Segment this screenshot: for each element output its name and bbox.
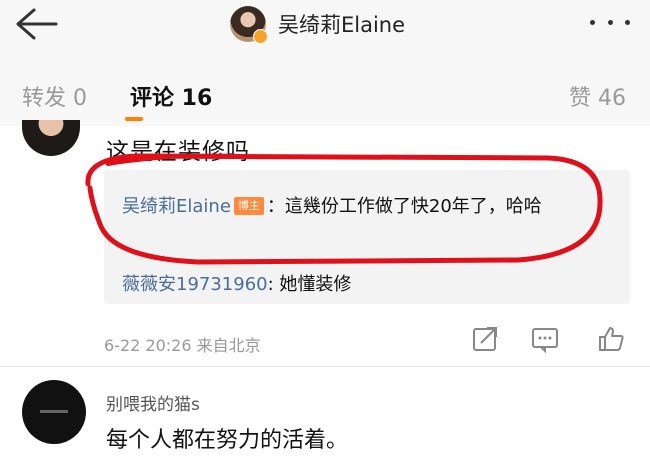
more-button[interactable] xyxy=(590,10,630,34)
comment-item: 这是在装修吗 吴绮莉Elaine 博主 ：這幾份工作做了快20年了，哈哈 薇薇安19… xyxy=(0,120,650,366)
reply-text: ：這幾份工作做了快20年了，哈哈 xyxy=(266,196,542,217)
more-dots-icon xyxy=(590,19,595,25)
tab-comments[interactable]: 评论 16 xyxy=(130,80,212,112)
reply-author[interactable]: 薇薇安19731960 xyxy=(122,274,268,295)
more-dots-icon xyxy=(625,19,630,25)
verified-badge-icon xyxy=(253,29,268,44)
top-bar: 吴绮莉Elaine xyxy=(0,0,650,66)
tab-repost[interactable]: 转发 0 xyxy=(22,80,87,112)
comment-button[interactable] xyxy=(530,324,560,354)
comment-icon xyxy=(532,328,558,354)
comment-text: 这是在装修吗 xyxy=(106,139,250,165)
avatar[interactable] xyxy=(22,380,86,444)
reply-author[interactable]: 吴绮莉Elaine xyxy=(122,196,231,217)
reply-item: 薇薇安19731960: 她懂装修 xyxy=(122,270,351,296)
comment-text: 每个人都在努力的活着。 xyxy=(106,428,349,453)
reply-box[interactable]: 吴绮莉Elaine 博主 ：這幾份工作做了快20年了，哈哈 薇薇安19731960:… xyxy=(104,170,630,304)
comment-author[interactable]: 别喂我的猫s xyxy=(106,390,200,415)
reply-text: : 她懂装修 xyxy=(267,274,352,295)
back-button[interactable] xyxy=(14,6,58,42)
divider xyxy=(0,366,650,367)
arrow-left-icon xyxy=(16,8,58,40)
header-user[interactable]: 吴绮莉Elaine xyxy=(230,6,406,44)
avatar[interactable] xyxy=(22,120,80,156)
page-title: 吴绮莉Elaine xyxy=(278,13,406,37)
avatar-logo xyxy=(40,410,68,413)
comment-meta: 6-22 20:26 来自北京 xyxy=(104,336,261,355)
tab-bar: 转发 0 评论 16 赞 46 xyxy=(0,66,650,126)
more-dots-icon xyxy=(607,19,613,25)
reply-item: 吴绮莉Elaine 博主 ：這幾份工作做了快20年了，哈哈 xyxy=(122,188,612,226)
share-icon xyxy=(473,327,497,351)
like-button[interactable] xyxy=(596,324,626,354)
share-button[interactable] xyxy=(470,324,500,354)
tab-likes[interactable]: 赞 46 xyxy=(569,80,626,112)
like-icon xyxy=(599,327,624,351)
active-tab-indicator xyxy=(125,117,143,121)
avatar[interactable] xyxy=(230,6,268,44)
author-badge: 博主 xyxy=(233,197,264,215)
